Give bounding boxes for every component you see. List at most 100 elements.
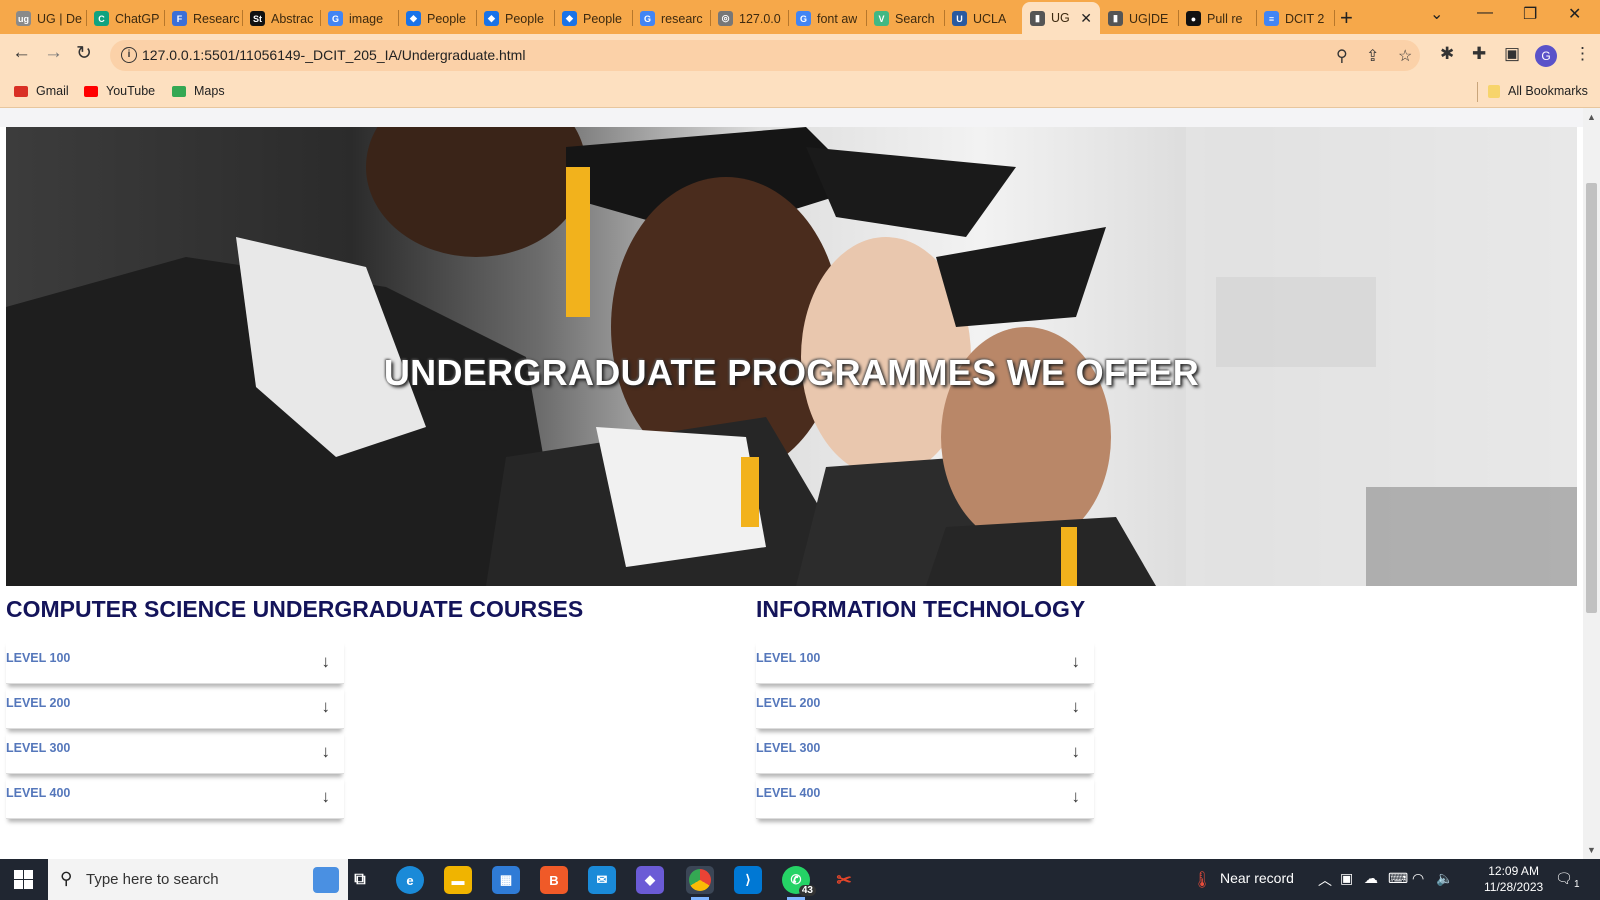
browser-tab[interactable]: ▮ UG|DE: [1100, 5, 1178, 32]
browser-tab[interactable]: St Abstrac: [242, 5, 320, 32]
bookmark-label: Maps: [194, 84, 225, 98]
bookmarks-bar: Gmail YouTube Maps All Bookmarks: [0, 76, 1600, 108]
browser-tab[interactable]: ● Pull re: [1178, 5, 1256, 32]
all-bookmarks-label: All Bookmarks: [1508, 84, 1588, 98]
all-bookmarks-folder[interactable]: All Bookmarks: [1488, 84, 1588, 98]
browser-tab[interactable]: ▮ UG ✕: [1022, 2, 1100, 34]
browser-tab[interactable]: Gimage: [320, 5, 398, 32]
snipping-tool-icon[interactable]: ✂: [830, 866, 858, 894]
it-level-300-toggle[interactable]: LEVEL 300 ↓: [756, 729, 1094, 774]
browser-tab[interactable]: F Researc: [164, 5, 242, 32]
url-text[interactable]: 127.0.0.1:5501/11056149-_DCIT_205_IA/Und…: [142, 47, 525, 63]
cs-level-100-toggle[interactable]: LEVEL 100 ↓: [6, 639, 344, 684]
page-scrollbar[interactable]: ▲ ▼: [1583, 108, 1600, 859]
side-panel-icon[interactable]: ▣: [1504, 44, 1520, 64]
site-info-icon[interactable]: i: [121, 47, 137, 63]
extension-bug-icon[interactable]: ✱: [1440, 44, 1454, 64]
zoom-icon[interactable]: ⚲: [1336, 46, 1348, 66]
weather-status[interactable]: Near record: [1220, 870, 1294, 886]
forward-icon[interactable]: →: [44, 42, 63, 64]
expand-arrow-icon[interactable]: ↓: [1072, 742, 1081, 762]
section-title: COMPUTER SCIENCE UNDERGRADUATE COURSES: [6, 596, 584, 622]
menu-icon[interactable]: ⋮: [1574, 44, 1591, 64]
wifi-icon[interactable]: ◠: [1412, 870, 1424, 887]
tab-label: UG|DE: [1129, 11, 1169, 26]
browser-tab[interactable]: ◆ People: [554, 5, 632, 32]
bookmark-gmail[interactable]: Gmail: [14, 84, 69, 98]
tab-search-icon[interactable]: ⌄: [1430, 4, 1443, 24]
scrollbar-thumb[interactable]: [1586, 183, 1597, 613]
browser-tab[interactable]: ◆ People: [476, 5, 554, 32]
browser-tab[interactable]: ug UG | De: [8, 5, 86, 32]
browser-tab[interactable]: Gresearc: [632, 5, 710, 32]
mail-icon[interactable]: ✉: [588, 866, 616, 894]
cs-level-400-toggle[interactable]: LEVEL 400 ↓: [6, 774, 344, 819]
tab-label: researc: [661, 11, 703, 26]
volume-icon[interactable]: 🔈: [1436, 870, 1453, 887]
address-bar[interactable]: i 127.0.0.1:5501/11056149-_DCIT_205_IA/U…: [110, 40, 1420, 71]
close-window-button[interactable]: ✕: [1568, 4, 1581, 24]
it-level-100-toggle[interactable]: LEVEL 100 ↓: [756, 639, 1094, 684]
tab-favicon-icon: ◆: [562, 11, 577, 26]
bookmark-star-icon[interactable]: ☆: [1398, 46, 1412, 66]
scroll-down-icon[interactable]: ▼: [1587, 845, 1596, 855]
browser-toolbar: ← → ↻ i 127.0.0.1:5501/11056149-_DCIT_20…: [0, 34, 1600, 76]
expand-arrow-icon[interactable]: ↓: [322, 787, 331, 807]
expand-arrow-icon[interactable]: ↓: [1072, 787, 1081, 807]
expand-arrow-icon[interactable]: ↓: [322, 742, 331, 762]
minimize-button[interactable]: —: [1477, 4, 1493, 22]
expand-arrow-icon[interactable]: ↓: [1072, 697, 1081, 717]
computer-science-section: COMPUTER SCIENCE UNDERGRADUATE COURSES L…: [6, 596, 584, 819]
taskbar-search-box[interactable]: ⚲ Type here to search: [48, 859, 348, 900]
bookmark-maps[interactable]: Maps: [172, 84, 225, 98]
browser-tab[interactable]: ◎ 127.0.0: [710, 5, 788, 32]
cs-level-300-toggle[interactable]: LEVEL 300 ↓: [6, 729, 344, 774]
bookmark-youtube[interactable]: YouTube: [84, 84, 155, 98]
vscode-icon[interactable]: ⟩: [734, 866, 762, 894]
language-icon[interactable]: ⌨: [1388, 870, 1408, 887]
back-icon[interactable]: ←: [12, 42, 31, 64]
browser-tab[interactable]: V Search: [866, 5, 944, 32]
expand-arrow-icon[interactable]: ↓: [322, 652, 331, 672]
browser-tab[interactable]: U UCLA: [944, 5, 1022, 32]
task-view-icon[interactable]: ⧉: [346, 866, 374, 894]
it-level-200-toggle[interactable]: LEVEL 200 ↓: [756, 684, 1094, 729]
show-hidden-icons[interactable]: ︿: [1318, 870, 1332, 890]
share-icon[interactable]: ⇪: [1366, 46, 1379, 66]
taskbar-clock[interactable]: 12:09 AM 11/28/2023: [1484, 863, 1543, 895]
whatsapp-icon[interactable]: ✆ 43: [782, 866, 816, 900]
meet-now-icon[interactable]: ▣: [1340, 870, 1353, 887]
chrome-icon[interactable]: [686, 866, 714, 900]
tab-label: ChatGP: [115, 11, 160, 26]
brave-icon[interactable]: B: [540, 866, 568, 894]
copilot-icon[interactable]: ◆: [636, 866, 664, 894]
extensions-puzzle-icon[interactable]: ✚: [1472, 44, 1486, 64]
clock-date: 11/28/2023: [1484, 880, 1544, 894]
tab-favicon-icon: V: [874, 11, 889, 26]
cs-level-200-toggle[interactable]: LEVEL 200 ↓: [6, 684, 344, 729]
notification-center-icon[interactable]: 🗨: [1555, 870, 1573, 887]
taskbar-search-placeholder[interactable]: Type here to search: [86, 871, 219, 888]
browser-tab[interactable]: ◆ People: [398, 5, 476, 32]
tab-close-icon[interactable]: ✕: [1080, 10, 1092, 27]
edge-icon[interactable]: e: [396, 866, 424, 894]
windows-start-icon[interactable]: [14, 870, 33, 889]
browser-tab[interactable]: Gfont aw: [788, 5, 866, 32]
tab-label: Abstrac: [271, 11, 314, 26]
it-level-400-toggle[interactable]: LEVEL 400 ↓: [756, 774, 1094, 819]
file-explorer-icon[interactable]: ▬: [444, 866, 472, 894]
windows-taskbar: ⚲ Type here to search ⧉ e ▬ ▦ B ✉ ◆ ⟩ ✆ 4…: [0, 859, 1600, 900]
new-tab-button[interactable]: +: [1340, 5, 1353, 31]
scroll-up-icon[interactable]: ▲: [1587, 112, 1596, 122]
tab-favicon-icon: G: [640, 11, 655, 26]
expand-arrow-icon[interactable]: ↓: [322, 697, 331, 717]
browser-tab[interactable]: ≡ DCIT 2: [1256, 5, 1334, 32]
expand-arrow-icon[interactable]: ↓: [1072, 652, 1081, 672]
browser-tab[interactable]: C ChatGP: [86, 5, 164, 32]
restore-button[interactable]: ❐: [1523, 4, 1537, 24]
folder-icon: [1488, 84, 1500, 98]
microsoft-store-icon[interactable]: ▦: [492, 866, 520, 894]
profile-avatar[interactable]: G: [1535, 45, 1557, 67]
reload-icon[interactable]: ↻: [76, 42, 92, 65]
cloud-icon[interactable]: ☁: [1364, 870, 1378, 887]
